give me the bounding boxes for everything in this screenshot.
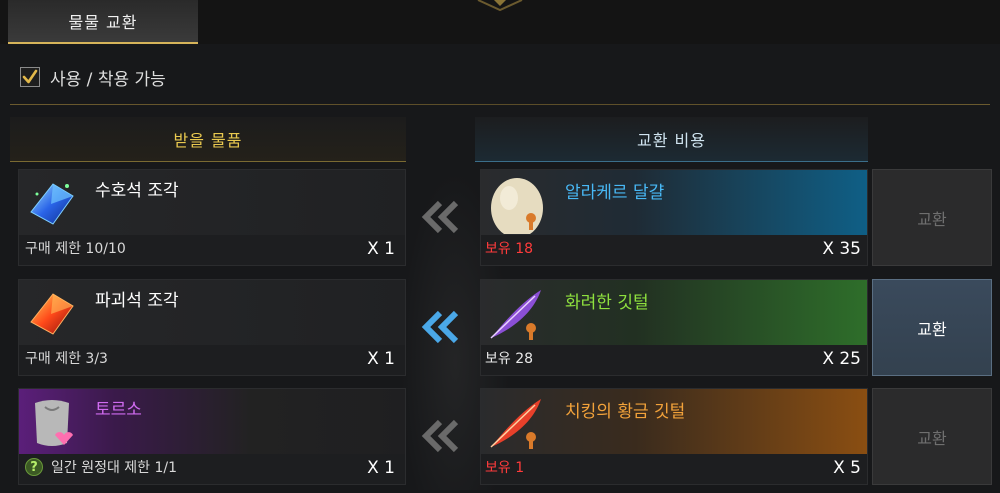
- purple-feather-icon: [490, 290, 541, 340]
- torso-icon: [35, 400, 73, 446]
- double-chevron-left-icon: [421, 200, 459, 234]
- exchange-row: 토르소 ? 일간 원정대 제한 1/1 X 1 치킹의 황금 깃털 보유 1 X…: [0, 388, 1000, 485]
- usable-filter-label: 사용 / 착용 가능: [50, 69, 166, 90]
- receive-quantity: X 1: [367, 239, 395, 259]
- receive-quantity: X 1: [367, 458, 395, 478]
- cost-item-name: 알라케르 달걀: [565, 183, 665, 203]
- receive-item-name: 수호석 조각: [95, 181, 179, 201]
- receive-quantity: X 1: [367, 349, 395, 369]
- cost-item-card[interactable]: 알라케르 달걀 보유 18 X 35: [480, 169, 868, 266]
- checkmark-icon: [22, 69, 38, 84]
- double-chevron-left-icon: [421, 419, 459, 453]
- exchange-button[interactable]: 교환: [872, 169, 992, 266]
- exchange-row: 파괴석 조각 구매 제한 3/3 X 1 화려한 깃털 보유 28 X 25 교…: [0, 279, 1000, 376]
- help-icon[interactable]: ?: [25, 458, 43, 476]
- receive-item-name: 파괴석 조각: [95, 291, 179, 311]
- tab-barter[interactable]: 물물 교환: [8, 0, 198, 44]
- exchange-button[interactable]: 교환: [872, 388, 992, 485]
- exchange-button[interactable]: 교환: [872, 279, 992, 376]
- exchange-row: 수호석 조각 구매 제한 10/10 X 1 알라케르 달걀 보유 18 X 3…: [0, 169, 1000, 266]
- receive-items-header: 받을 물품: [10, 117, 406, 162]
- held-count: 보유 1: [485, 460, 525, 476]
- cost-item-card[interactable]: 화려한 깃털 보유 28 X 25: [480, 279, 868, 376]
- held-count: 보유 28: [485, 351, 534, 367]
- cost-item-name: 화려한 깃털: [565, 293, 649, 313]
- exchange-cost-header: 교환 비용: [475, 117, 868, 162]
- usable-checkbox[interactable]: [20, 67, 40, 87]
- receive-item-card[interactable]: 수호석 조각 구매 제한 10/10 X 1: [18, 169, 406, 266]
- red-feather-icon: [490, 399, 541, 449]
- usable-filter[interactable]: 사용 / 착용 가능: [20, 64, 166, 90]
- double-chevron-left-icon: [421, 310, 459, 344]
- receive-item-card[interactable]: 토르소 ? 일간 원정대 제한 1/1 X 1: [18, 388, 406, 485]
- cost-quantity: X 25: [822, 349, 861, 369]
- cost-quantity: X 5: [833, 458, 861, 478]
- receive-item-card[interactable]: 파괴석 조각 구매 제한 3/3 X 1: [18, 279, 406, 376]
- receive-item-name: 토르소: [95, 400, 142, 420]
- cost-quantity: X 35: [822, 239, 861, 259]
- cost-item-card[interactable]: 치킹의 황금 깃털 보유 1 X 5: [480, 388, 868, 485]
- held-count: 보유 18: [485, 241, 534, 257]
- divider: [10, 104, 990, 105]
- egg-icon: [491, 178, 543, 234]
- purchase-limit: 구매 제한 10/10: [25, 241, 126, 257]
- ornament-icon: [477, 0, 523, 12]
- blue-crystal-icon: [30, 183, 74, 225]
- top-bar: 물물 교환: [0, 0, 1000, 44]
- cost-item-name: 치킹의 황금 깃털: [565, 402, 686, 422]
- purchase-limit: 구매 제한 3/3: [25, 351, 108, 367]
- red-crystal-icon: [30, 293, 74, 335]
- purchase-limit: ? 일간 원정대 제한 1/1: [25, 457, 177, 477]
